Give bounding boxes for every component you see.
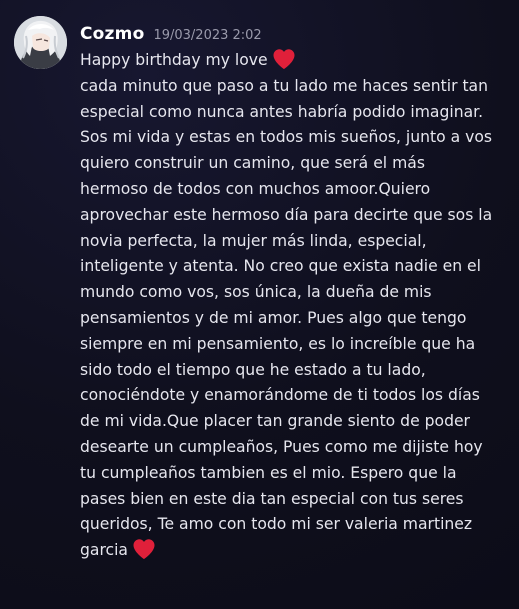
- message-line: especial como nunca antes habría podido …: [80, 102, 484, 121]
- message-line: pases bien en este dia tan especial con …: [80, 489, 464, 508]
- anime-avatar-icon: [14, 16, 67, 69]
- message-line: Happy birthday my love: [80, 48, 512, 74]
- message-line: Sos mi vida y estas en todos mis sueños,…: [80, 128, 493, 147]
- message-header: Cozmo 19/03/2023 2:02: [80, 24, 262, 48]
- message-line: de mi vida.Que placer tan grande siento …: [80, 412, 470, 431]
- message-line: quiero construir un camino, que será el …: [80, 154, 425, 173]
- chat-message: Cozmo 19/03/2023 2:02 Happy birthday my …: [0, 0, 519, 609]
- message-content: Happy birthday my love cada minuto que p…: [80, 48, 512, 564]
- author-name[interactable]: Cozmo: [80, 24, 144, 44]
- message-timestamp[interactable]: 19/03/2023 2:02: [153, 28, 261, 43]
- message-line: novia perfecta, la mujer más linda, espe…: [80, 231, 427, 250]
- message-line: garcia: [80, 538, 512, 564]
- message-line: mundo como vos, sos única, la dueña de m…: [80, 283, 432, 302]
- message-line: tu cumpleaños tambien es el mio. Espero …: [80, 463, 457, 482]
- message-line: inteligente y atenta. No creo que exista…: [80, 257, 481, 276]
- message-line: cada minuto que paso a tu lado me haces …: [80, 76, 488, 95]
- message-line: pensamientos y de mi amor. Pues algo que…: [80, 308, 467, 327]
- message-line: queridos, Te amo con todo mi ser valeria…: [80, 515, 473, 534]
- red-heart-emoji-icon: [132, 538, 156, 560]
- message-line: conociéndote y enamorándome de ti todos …: [80, 386, 480, 405]
- author-avatar[interactable]: [14, 16, 67, 69]
- message-line: siempre en mi pensamiento, es lo increíb…: [80, 334, 476, 353]
- message-line: desearte un cumpleaños, Pues como me dij…: [80, 437, 483, 456]
- message-line: aprovechar este hermoso día para decirte…: [80, 205, 493, 224]
- message-line: hermoso de todos con muchos amoor.Quiero: [80, 179, 431, 198]
- red-heart-emoji-icon: [272, 48, 296, 70]
- message-line: sido todo el tiempo que he estado a tu l…: [80, 360, 426, 379]
